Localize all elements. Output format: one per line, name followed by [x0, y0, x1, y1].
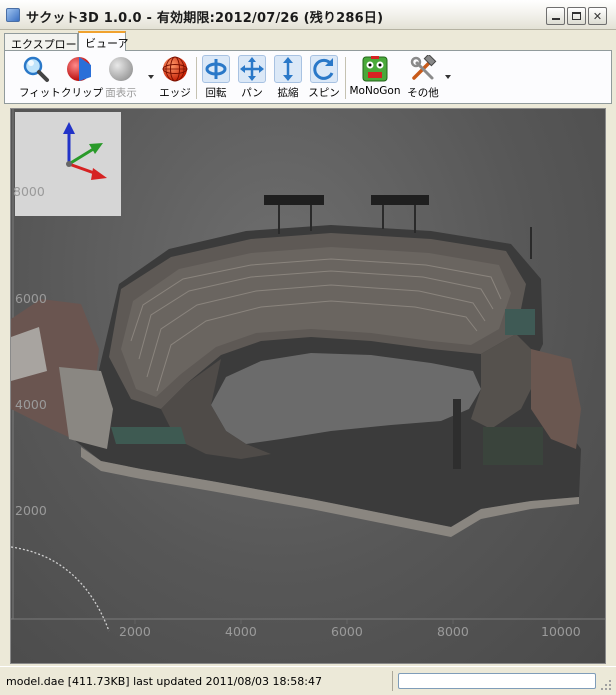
edge-button[interactable]: エッジ [158, 55, 192, 100]
grid-label-x: 2000 [119, 624, 151, 639]
toolbar: フィット クリップ 面表示 エッジ 回転 パン 拡縮 スピン MoNoGon そ… [4, 50, 612, 104]
grid-label-x: 6000 [331, 624, 363, 639]
zoom-button[interactable]: 拡縮 [272, 55, 304, 100]
spin-label: スピン [308, 87, 340, 99]
tab-strip: エクスプローラ ビューア [0, 30, 616, 51]
faces-dropdown-icon[interactable] [148, 75, 154, 79]
grid-label-x: 10000 [541, 624, 581, 639]
resize-grip-icon[interactable] [600, 679, 612, 691]
status-bar: model.dae [411.73KB] last updated 2011/0… [0, 666, 616, 695]
faces-sphere-icon [107, 55, 135, 83]
close-button[interactable]: ✕ [588, 7, 607, 25]
magnifier-icon [22, 55, 50, 83]
clip-button[interactable]: クリップ [61, 55, 103, 100]
minimize-button[interactable] [546, 7, 565, 25]
spin-icon [310, 55, 338, 83]
status-text: model.dae [411.73KB] last updated 2011/0… [6, 675, 322, 688]
faces-label: 面表示 [105, 87, 137, 99]
toolbar-separator [196, 57, 197, 99]
clip-sphere-icon [65, 55, 93, 83]
spin-button[interactable]: スピン [307, 55, 341, 100]
title-bar: サクット3D 1.0.0 - 有効期限:2012/07/26 (残り286日) … [0, 0, 616, 30]
rotate-button[interactable]: 回転 [200, 55, 232, 100]
zoom-label: 拡縮 [277, 87, 299, 99]
other-label: その他 [407, 87, 439, 99]
tab-viewer[interactable]: ビューア [78, 31, 129, 51]
zoom-arrows-icon [274, 55, 302, 83]
stadium-model [11, 195, 581, 537]
close-icon: ✕ [592, 9, 603, 23]
window-title: サクット3D 1.0.0 - 有効期限:2012/07/26 (残り286日) [26, 11, 384, 26]
grid-label-y: 4000 [15, 397, 47, 412]
progress-bar [398, 673, 596, 689]
other-dropdown-icon[interactable] [445, 75, 451, 79]
axis-gizmo[interactable] [15, 112, 121, 216]
tools-icon [409, 53, 437, 83]
wireframe-sphere-icon [161, 55, 189, 83]
tab-explorer[interactable]: エクスプローラ [4, 33, 88, 51]
grid-label-y: 2000 [15, 503, 47, 518]
status-divider [392, 671, 393, 691]
pan-label: パン [241, 87, 263, 99]
monogon-label: MoNoGon [349, 85, 401, 97]
other-button[interactable]: その他 [405, 53, 441, 100]
pan-button[interactable]: パン [236, 55, 268, 100]
pan-arrows-icon [238, 55, 266, 83]
grid-label-x: 4000 [225, 624, 257, 639]
maximize-button[interactable] [567, 7, 586, 25]
rotate-label: 回転 [205, 87, 227, 99]
fit-label: フィット [19, 87, 61, 99]
monogon-button[interactable]: MoNoGon [349, 55, 401, 97]
clip-label: クリップ [61, 87, 103, 99]
app-icon [6, 8, 20, 22]
grid-label-y: 6000 [15, 291, 47, 306]
monogon-icon [361, 55, 389, 83]
minimize-icon [551, 18, 560, 20]
toolbar-separator [345, 57, 346, 99]
faces-button[interactable]: 面表示 [103, 55, 139, 100]
grid-label-y: 8000 [13, 184, 45, 199]
3d-viewport[interactable]: 8000 6000 4000 2000 2000 4000 6000 8000 … [10, 108, 606, 664]
grid-label-x: 8000 [437, 624, 469, 639]
fit-button[interactable]: フィット [19, 55, 61, 100]
xyz-axes-icon [63, 122, 107, 180]
ground-arc [11, 546, 110, 632]
maximize-icon [572, 12, 581, 20]
edge-label: エッジ [159, 87, 191, 99]
rotate-icon [202, 55, 230, 83]
